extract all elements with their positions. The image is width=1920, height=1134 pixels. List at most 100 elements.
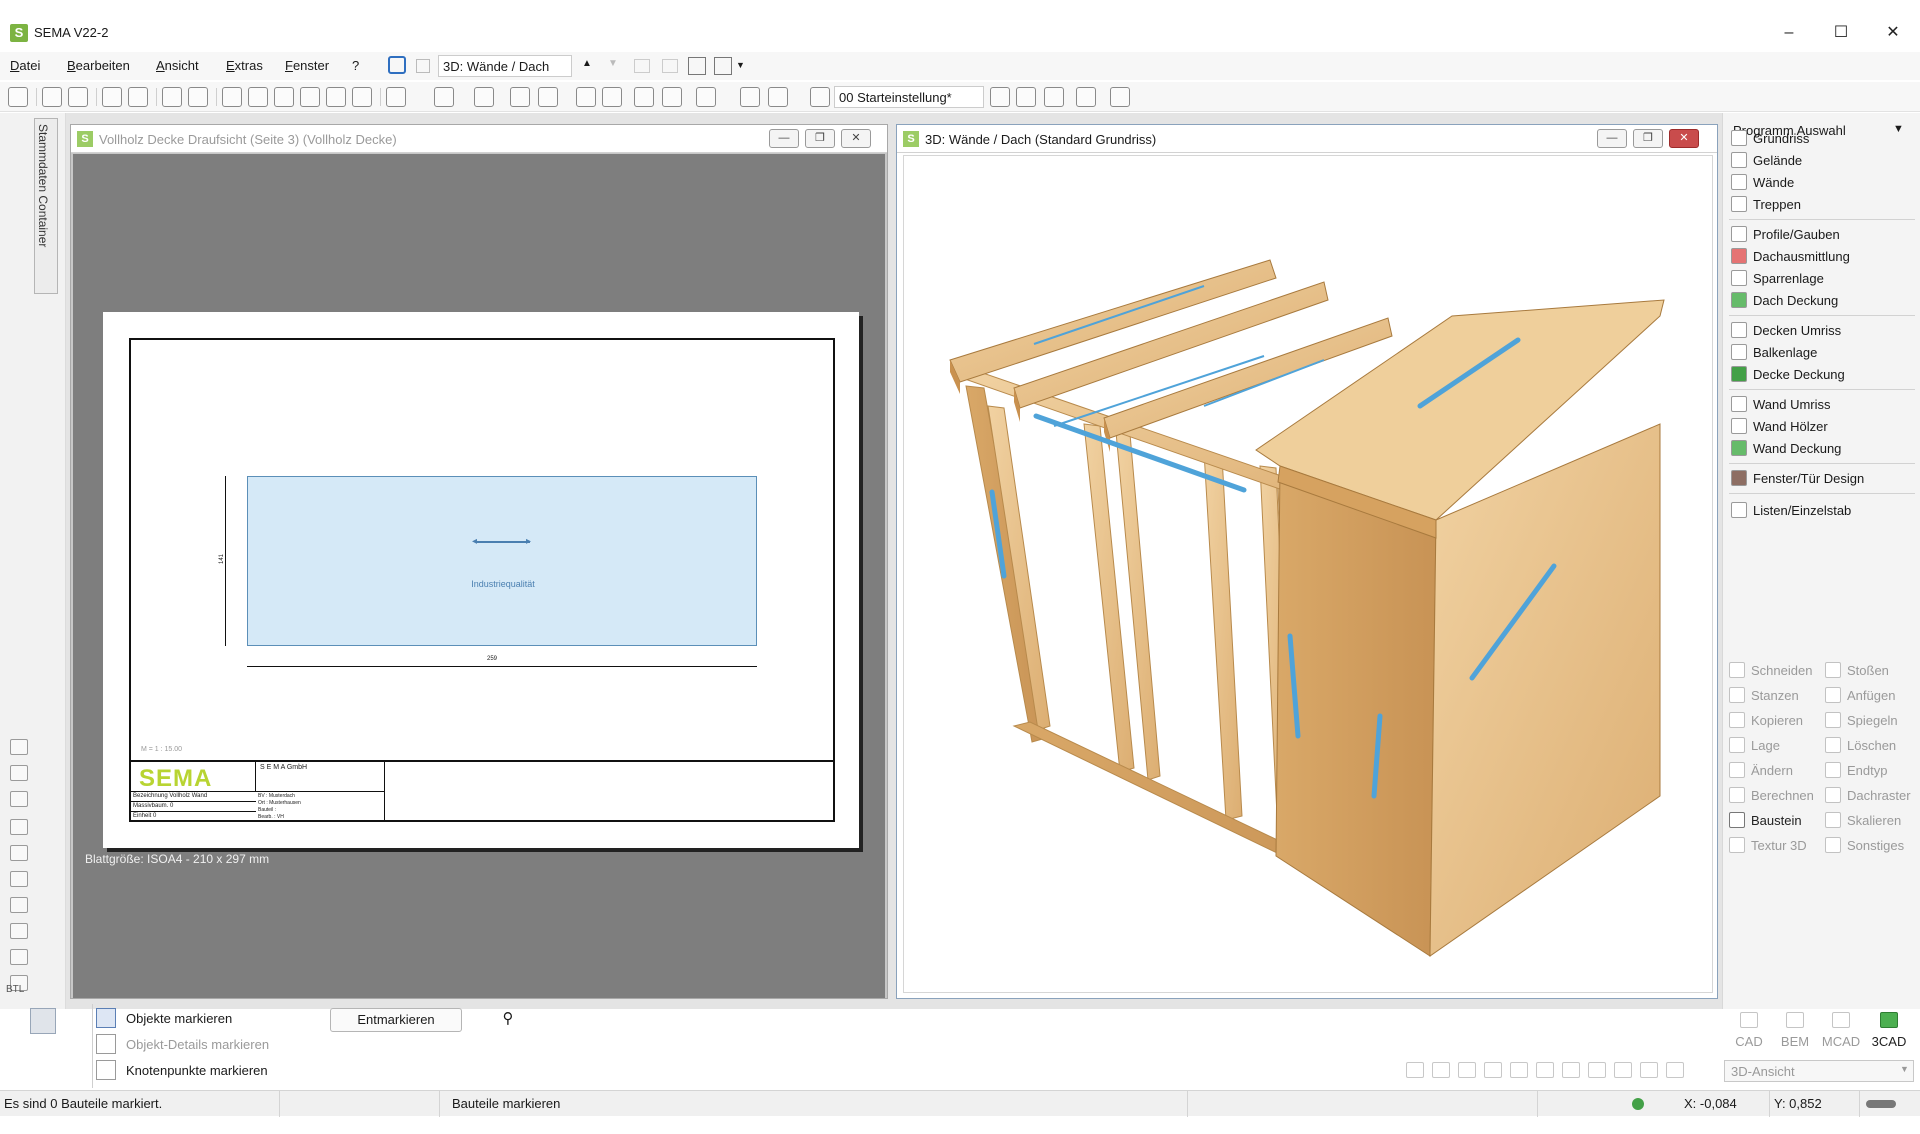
tool-lage[interactable]: Lage [1727,734,1821,756]
view-a-icon[interactable] [634,59,650,73]
maximize-button[interactable]: ☐ [1818,20,1864,46]
menu-ansicht[interactable]: Ansicht [156,58,199,73]
tool-skalieren[interactable]: Skalieren [1823,809,1917,831]
mark-nodes-checkbox[interactable] [96,1060,116,1080]
mark-objects-checkbox[interactable] [96,1008,116,1028]
mode-bem-button[interactable]: BEM [1772,1008,1818,1052]
view-switch-icon[interactable] [388,56,406,74]
color-icon[interactable] [696,87,716,107]
plan-window-titlebar[interactable]: S Vollholz Decke Draufsicht (Seite 3) (V… [71,125,887,153]
tool-textur-3d[interactable]: Textur 3D [1727,834,1821,856]
text-tool-icon[interactable] [222,87,242,107]
plan-restore-button[interactable]: ❐ [805,129,835,148]
mode-mcad-button[interactable]: MCAD [1818,1008,1864,1052]
view-up-icon[interactable]: ▲ [582,58,592,69]
3d-viewport[interactable] [903,155,1713,993]
tool-endtyp[interactable]: Endtyp [1823,759,1917,781]
stairs-icon[interactable] [634,87,654,107]
program-item-balkenlage[interactable]: Balkenlage [1729,341,1915,363]
tool-schneiden[interactable]: Schneiden [1727,659,1821,681]
render-icon[interactable] [576,87,596,107]
home-view-icon[interactable] [688,57,706,75]
bottom-tool-5-icon[interactable] [1510,1062,1528,1078]
3d-window-titlebar[interactable]: S 3D: Wände / Dach (Standard Grundriss) … [897,125,1717,153]
light-icon[interactable] [248,87,268,107]
program-item-wand-deckung[interactable]: Wand Deckung [1729,437,1915,459]
print-icon[interactable] [162,87,182,107]
tool-sonstiges[interactable]: Sonstiges [1823,834,1917,856]
3d-close-button[interactable]: ✕ [1669,129,1699,148]
undo-icon[interactable] [102,87,122,107]
side-tool-4-icon[interactable] [10,819,28,835]
side-tool-1-icon[interactable] [10,739,28,755]
view-combo[interactable]: 3D: Wände / Dach [438,55,572,77]
eye-settings-icon[interactable] [810,87,830,107]
binoculars-icon[interactable] [1110,87,1130,107]
program-item-fenster-tuer-design[interactable]: Fenster/Tür Design [1729,467,1915,489]
list-icon[interactable] [740,87,760,107]
3d-restore-button[interactable]: ❐ [1633,129,1663,148]
bottom-tool-8-icon[interactable] [1588,1062,1606,1078]
program-item-treppen[interactable]: Treppen [1729,193,1915,215]
tool-stanzen[interactable]: Stanzen [1727,684,1821,706]
close-button[interactable]: ✕ [1870,20,1916,46]
paint-icon[interactable] [538,87,558,107]
bottom-tool-6-icon[interactable] [1536,1062,1554,1078]
search-icon[interactable]: ⚲ [496,1008,520,1032]
program-item-grundriss[interactable]: Grundriss [1729,127,1915,149]
plan-close-button[interactable]: ✕ [841,129,871,148]
layers-icon[interactable] [714,57,732,75]
tool-kopieren[interactable]: Kopieren [1727,709,1821,731]
move-icon[interactable] [352,87,372,107]
open-icon[interactable] [8,87,28,107]
program-item-decken-umriss[interactable]: Decken Umriss [1729,319,1915,341]
program-item-waende[interactable]: Wände [1729,171,1915,193]
mark-object-details-row[interactable]: Objekt-Details markieren [92,1032,352,1056]
ceiling-panel[interactable]: ◂ ▸ Industriequalität [247,476,757,646]
tool-b-icon[interactable] [68,87,88,107]
tool-a-icon[interactable] [42,87,62,107]
view-type-combo[interactable]: 3D-Ansicht [1724,1060,1914,1082]
print-preview-icon[interactable] [188,87,208,107]
bottom-tool-7-icon[interactable] [1562,1062,1580,1078]
gear-icon[interactable] [1044,87,1064,107]
redo-icon[interactable] [128,87,148,107]
view-b-icon[interactable] [662,59,678,73]
bottom-tool-2-icon[interactable] [1432,1062,1450,1078]
layers-stack-icon[interactable] [30,1008,56,1034]
mark-objects-row[interactable]: Objekte markieren [92,1006,352,1030]
side-tool-3-icon[interactable] [10,791,28,807]
menu-fenster[interactable]: Fenster [285,58,329,73]
program-item-listen-einzelstab[interactable]: Listen/Einzelstab [1729,499,1915,521]
zoom-window-icon[interactable] [274,87,294,107]
numbering-icon[interactable] [662,87,682,107]
bottom-tool-11-icon[interactable] [1666,1062,1684,1078]
select-icon[interactable] [434,87,454,107]
toggle-icon[interactable] [1866,1100,1896,1108]
btl-label[interactable]: BTL [6,984,24,995]
layout-icon[interactable] [768,87,788,107]
visibility-icon[interactable] [510,87,530,107]
side-tool-2-icon[interactable] [10,765,28,781]
side-tool-8-icon[interactable] [10,923,28,939]
program-item-gelaende[interactable]: Gelände [1729,149,1915,171]
side-tool-9-icon[interactable] [10,949,28,965]
view-type-dropdown-icon[interactable]: ▼ [1900,1064,1909,1074]
bottom-tool-10-icon[interactable] [1640,1062,1658,1078]
tool-stossen[interactable]: Stoßen [1823,659,1917,681]
eye-b-icon[interactable] [1016,87,1036,107]
tool-dachraster[interactable]: Dachraster [1823,784,1917,806]
unmark-button[interactable]: Entmarkieren [330,1008,462,1032]
tool-aendern[interactable]: Ändern [1727,759,1821,781]
side-tool-6-icon[interactable] [10,871,28,887]
mark-nodes-row[interactable]: Knotenpunkte markieren [92,1058,352,1082]
side-tool-5-icon[interactable] [10,845,28,861]
zoom-icon[interactable] [300,87,320,107]
menu-datei[interactable]: Datei [10,58,40,73]
program-item-wand-hoelzer[interactable]: Wand Hölzer [1729,415,1915,437]
menu-bearbeiten[interactable]: Bearbeiten [67,58,130,73]
bottom-tool-3-icon[interactable] [1458,1062,1476,1078]
settings-profile-combo[interactable]: 00 Starteinstellung* [834,86,984,108]
tool-loeschen[interactable]: Löschen [1823,734,1917,756]
view-down-icon[interactable]: ▼ [608,58,618,69]
